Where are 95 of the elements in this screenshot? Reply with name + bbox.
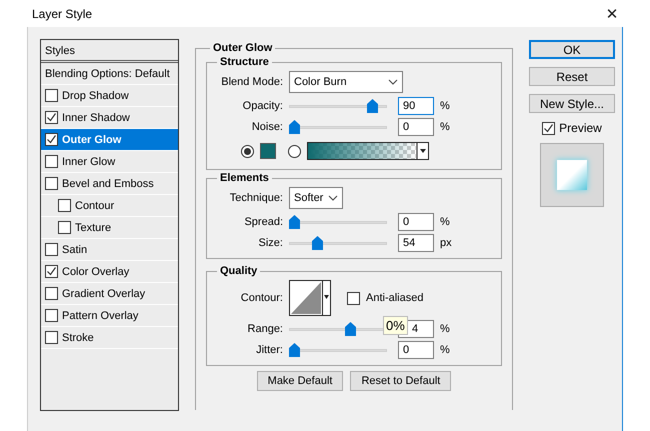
style-label: Bevel and Emboss <box>62 178 154 190</box>
checkbox[interactable] <box>45 155 58 168</box>
style-list-item[interactable]: Bevel and Emboss <box>41 173 178 195</box>
style-label: Drop Shadow <box>62 90 129 102</box>
unit-label: px <box>440 237 452 249</box>
unit-label: % <box>440 344 450 356</box>
style-list-item[interactable]: Blending Options: Default <box>41 63 178 85</box>
style-list-item[interactable]: Pattern Overlay <box>41 305 178 327</box>
value-field[interactable]: 0 <box>398 341 434 359</box>
checkbox[interactable] <box>542 122 556 134</box>
slider-track[interactable] <box>289 120 387 134</box>
checkbox[interactable] <box>45 89 58 102</box>
style-label: Color Overlay <box>62 266 130 278</box>
style-list-item[interactable]: Drop Shadow <box>41 85 178 107</box>
gradient-picker[interactable] <box>307 142 429 160</box>
style-label: Satin <box>62 244 88 256</box>
value-field[interactable]: 0 <box>398 118 434 136</box>
checkbox[interactable] <box>347 292 360 304</box>
style-label: Gradient Overlay <box>62 288 146 300</box>
radio-button[interactable] <box>241 144 254 158</box>
style-list-item[interactable]: Texture <box>41 217 178 239</box>
slider-label: Range: <box>246 323 283 335</box>
checkbox[interactable] <box>58 221 71 234</box>
value-field[interactable]: 54 <box>398 234 434 252</box>
slider-thumb[interactable] <box>312 236 324 250</box>
slider-track[interactable] <box>289 99 387 113</box>
section-title: Outer Glow <box>212 42 274 54</box>
group-title: Quality <box>219 265 258 277</box>
unit-label: % <box>440 121 450 133</box>
slider-thumb[interactable] <box>289 215 300 229</box>
field-label: Technique: <box>228 192 283 204</box>
field-label: Blend Mode: <box>220 76 283 88</box>
contour-picker[interactable] <box>289 280 331 316</box>
value-field[interactable]: 0 <box>398 213 434 231</box>
checkbox[interactable] <box>45 177 58 190</box>
style-label: Texture <box>75 222 112 234</box>
checkbox[interactable] <box>45 265 58 278</box>
group-title: Structure <box>219 56 270 68</box>
style-label: Inner Shadow <box>62 112 130 124</box>
unit-label: % <box>440 100 450 112</box>
style-list-item[interactable]: Outer Glow <box>41 129 178 151</box>
checkbox[interactable] <box>45 111 58 124</box>
style-list-item[interactable]: Stroke <box>41 327 178 349</box>
checkbox-label: Anti-aliased <box>366 292 424 304</box>
color-swatch[interactable] <box>260 143 276 159</box>
slider-track[interactable] <box>289 343 387 357</box>
close-button[interactable]: ✕ <box>604 4 620 22</box>
chevron-icon <box>388 79 398 85</box>
chevron-icon <box>328 195 338 201</box>
slider-label: Opacity: <box>242 100 283 112</box>
radio-button[interactable] <box>288 144 301 158</box>
style-list-item[interactable]: Inner Glow <box>41 151 178 173</box>
group-title: Elements <box>219 172 270 184</box>
style-label: Stroke <box>62 332 94 344</box>
style-list-item[interactable]: Contour <box>41 195 178 217</box>
slider-thumb[interactable] <box>344 322 356 336</box>
checkbox[interactable] <box>45 287 58 300</box>
style-list-item[interactable]: Satin <box>41 239 178 261</box>
field-label: Contour: <box>240 292 283 304</box>
slider-label: Jitter: <box>255 344 283 356</box>
unit-label: % <box>440 323 450 335</box>
style-label: Inner Glow <box>62 156 116 168</box>
slider-label: Noise: <box>250 121 283 133</box>
default-button[interactable]: Reset to Default <box>350 371 452 391</box>
preview-thumbnail <box>540 143 604 207</box>
checkbox-label: Preview <box>559 121 602 135</box>
style-list-item[interactable]: Gradient Overlay <box>41 283 178 305</box>
unit-label: % <box>440 216 450 228</box>
dialog-button[interactable]: Reset <box>529 67 615 86</box>
value-field[interactable]: 90 <box>398 97 434 115</box>
checkbox[interactable] <box>45 331 58 344</box>
style-list-item[interactable]: Color Overlay <box>41 261 178 283</box>
slider-thumb[interactable] <box>367 99 378 113</box>
checkbox[interactable] <box>45 133 58 146</box>
checkbox[interactable] <box>45 309 58 322</box>
style-label: Pattern Overlay <box>62 310 138 322</box>
checkbox[interactable] <box>58 199 71 212</box>
slider-label: Size: <box>258 237 283 249</box>
style-label: Blending Options: Default <box>45 68 170 80</box>
technique-dropdown[interactable]: Softer <box>289 187 343 209</box>
slider-label: Spread: <box>243 216 283 228</box>
tooltip: 0% <box>383 316 408 335</box>
dialog-button[interactable]: New Style... <box>529 94 615 113</box>
style-label: Outer Glow <box>62 134 122 146</box>
window-title: Layer Style <box>32 6 92 20</box>
list-header: Styles <box>41 40 178 63</box>
slider-track[interactable] <box>289 215 387 229</box>
slider-track[interactable] <box>289 236 387 250</box>
dialog-button[interactable]: OK <box>529 40 615 59</box>
slider-thumb[interactable] <box>289 343 300 357</box>
default-button[interactable]: Make Default <box>256 371 344 391</box>
slider-thumb[interactable] <box>289 120 300 134</box>
checkbox[interactable] <box>45 243 58 256</box>
style-label: Contour <box>75 200 114 212</box>
blend-mode-dropdown[interactable]: Color Burn <box>289 71 403 93</box>
